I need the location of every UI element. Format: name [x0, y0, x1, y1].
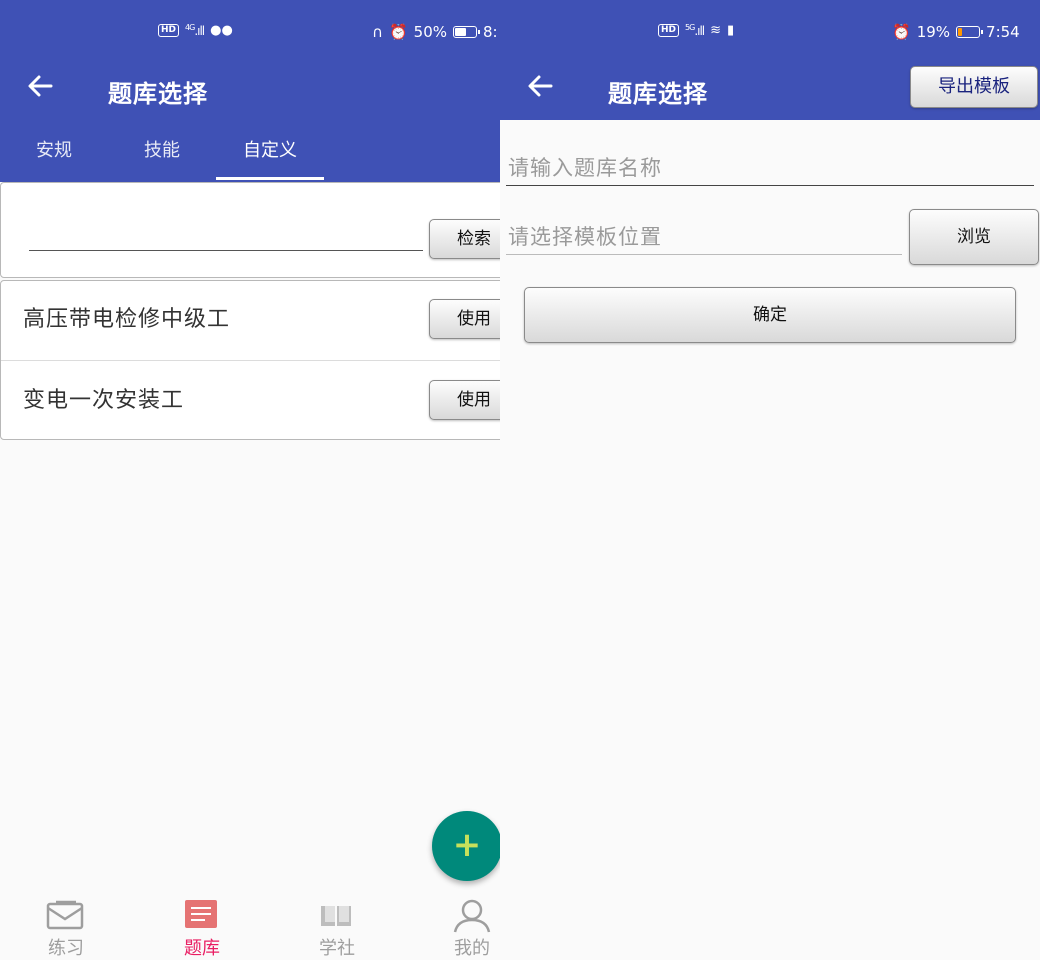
export-template-button[interactable]: 导出模板 [910, 66, 1038, 108]
left-screen: HD 4G.ıll ●● ∩ ⏰ 50% 8: 题库选择 安规 技能 自定义 检… [0, 0, 500, 960]
search-button[interactable]: 检索 [429, 219, 500, 259]
browse-button[interactable]: 浏览 [909, 209, 1039, 265]
list-item: 高压带电检修中级工 使用 [1, 281, 500, 360]
hd-badge: HD [658, 24, 680, 37]
nav-label: 练习 [48, 938, 84, 959]
page-title: 题库选择 [608, 80, 708, 108]
search-input[interactable] [29, 223, 425, 251]
bank-name-underline [506, 185, 1034, 186]
right-screen: HD 5G.ıll ≋ ▮ ⏰ 19% 7:54 题库选择 导出模板 浏览 确定 [500, 0, 1040, 960]
plus-icon: + [452, 825, 482, 865]
person-icon [453, 899, 491, 933]
wifi-icon: ≋ [710, 23, 722, 38]
signal-icon: 4G.ıll [185, 23, 205, 38]
nav-community[interactable]: 学社 [287, 890, 387, 960]
template-path-underline [506, 254, 902, 255]
bank-name: 变电一次安装工 [23, 388, 185, 413]
nav-label: 学社 [319, 938, 355, 959]
use-button[interactable]: 使用 [429, 299, 500, 339]
arrow-left-icon[interactable] [526, 72, 554, 107]
alarm-icon: ⏰ [388, 23, 408, 41]
battery-text: 19% [916, 23, 951, 41]
tab-safety[interactable]: 安规 [0, 120, 108, 182]
search-card: 检索 [0, 182, 500, 278]
status-bar: HD 4G.ıll ●● ∩ ⏰ 50% 8: [0, 0, 500, 62]
nav-bank[interactable]: 题库 [152, 890, 252, 960]
search-underline [29, 250, 423, 251]
clock-text: 8: [483, 23, 498, 41]
bank-list: 高压带电检修中级工 使用 变电一次安装工 使用 [0, 280, 500, 440]
bank-name: 高压带电检修中级工 [23, 307, 231, 332]
template-path-input[interactable] [506, 219, 904, 255]
battery-icon [453, 26, 481, 38]
form-area: 浏览 确定 [500, 120, 1040, 960]
list-icon [185, 900, 217, 928]
app-bar: 题库选择 [0, 62, 500, 120]
nav-label: 我的 [454, 938, 490, 959]
use-button[interactable]: 使用 [429, 380, 500, 420]
tab-custom[interactable]: 自定义 [216, 120, 324, 182]
headphones-icon: ∩ [372, 23, 383, 41]
arrow-left-icon[interactable] [26, 72, 54, 107]
bottom-nav: 练习 题库 学社 我的 [0, 890, 500, 960]
hd-badge: HD [158, 24, 180, 37]
clock-text: 7:54 [986, 23, 1020, 41]
tab-indicator [216, 177, 324, 180]
tab-skills[interactable]: 技能 [108, 120, 216, 182]
signal-icon: 5G.ıll [685, 23, 705, 38]
tab-bar: 安规 技能 自定义 [0, 120, 500, 182]
nav-label: 题库 [184, 938, 220, 959]
alarm-icon: ⏰ [892, 23, 911, 41]
status-bar: HD 5G.ıll ≋ ▮ ⏰ 19% 7:54 [500, 0, 1040, 62]
nav-practice[interactable]: 练习 [16, 890, 116, 960]
app-bar: 题库选择 导出模板 [500, 62, 1040, 120]
list-item: 变电一次安装工 使用 [1, 361, 500, 440]
add-bank-button[interactable]: + [432, 811, 500, 881]
page-title: 题库选择 [108, 80, 208, 108]
battery-icon [956, 26, 984, 38]
book-icon [321, 906, 351, 926]
confirm-button[interactable]: 确定 [524, 287, 1016, 343]
battery-text: 50% [413, 23, 448, 41]
battery-alert-icon: ▮ [727, 23, 735, 38]
bank-name-input[interactable] [506, 150, 1036, 186]
envelope-icon [46, 900, 84, 930]
nav-me[interactable]: 我的 [422, 890, 500, 960]
wechat-icon: ●● [210, 23, 233, 38]
